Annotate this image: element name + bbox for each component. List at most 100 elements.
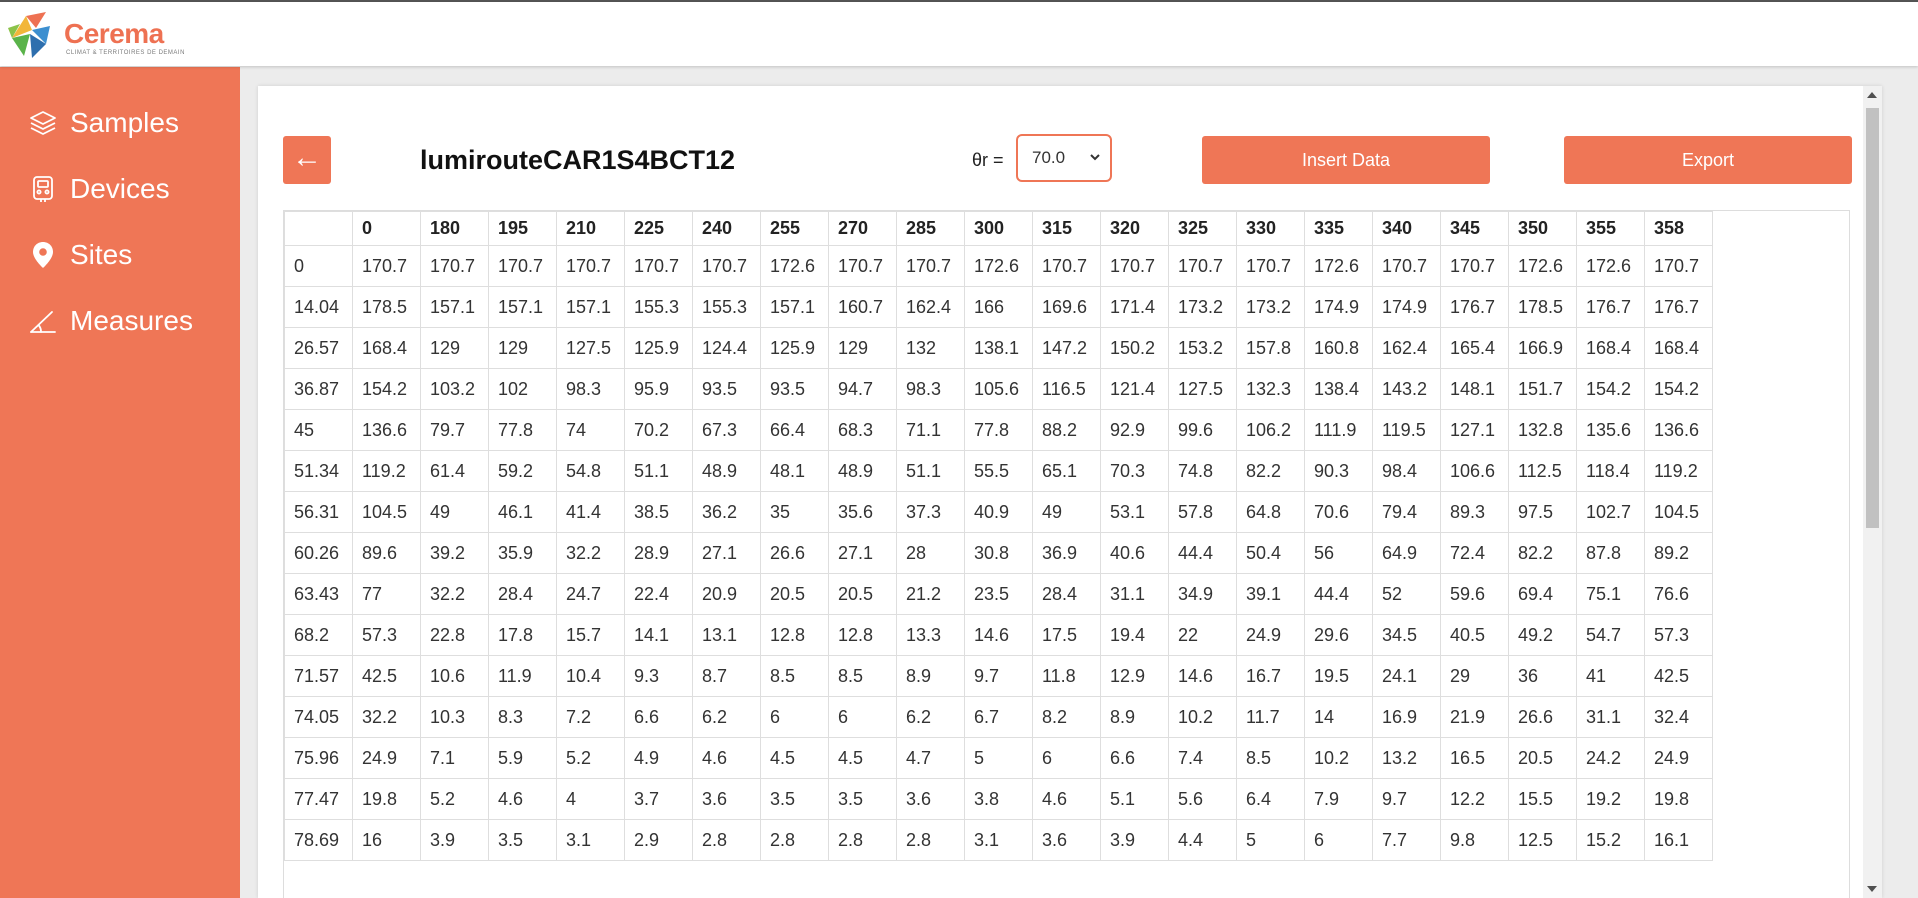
table-cell[interactable]: 36.2 (692, 491, 761, 533)
table-cell[interactable]: 127.5 (1168, 368, 1237, 410)
table-cell[interactable]: 157.1 (760, 286, 829, 328)
table-cell[interactable]: 49 (420, 491, 489, 533)
table-cell[interactable]: 34.9 (1168, 573, 1237, 615)
table-cell[interactable]: 77 (352, 573, 421, 615)
table-cell[interactable]: 6.7 (964, 696, 1033, 738)
table-cell[interactable]: 170.7 (828, 245, 897, 287)
table-cell[interactable]: 127.1 (1440, 409, 1509, 451)
table-cell[interactable]: 6.6 (624, 696, 693, 738)
table-cell[interactable]: 35.6 (828, 491, 897, 533)
table-cell[interactable]: 10.6 (420, 655, 489, 697)
table-cell[interactable]: 172.6 (964, 245, 1033, 287)
table-cell[interactable]: 5.9 (488, 737, 557, 779)
table-cell[interactable]: 9.7 (964, 655, 1033, 697)
table-cell[interactable]: 116.5 (1032, 368, 1101, 410)
table-cell[interactable]: 36.9 (1032, 532, 1101, 574)
table-cell[interactable]: 8.2 (1032, 696, 1101, 738)
scroll-up-arrow-icon[interactable] (1867, 92, 1877, 98)
table-cell[interactable]: 26.6 (1508, 696, 1577, 738)
table-cell[interactable]: 170.7 (488, 245, 557, 287)
export-button[interactable]: Export (1564, 136, 1852, 184)
table-cell[interactable]: 170.7 (1100, 245, 1169, 287)
table-cell[interactable]: 15.2 (1576, 819, 1645, 861)
table-cell[interactable]: 17.8 (488, 614, 557, 656)
table-cell[interactable]: 39.1 (1236, 573, 1305, 615)
table-cell[interactable]: 176.7 (1440, 286, 1509, 328)
table-cell[interactable]: 76.6 (1644, 573, 1713, 615)
table-cell[interactable]: 129 (420, 327, 489, 369)
table-cell[interactable]: 48.9 (692, 450, 761, 492)
table-cell[interactable]: 50.4 (1236, 532, 1305, 574)
table-cell[interactable]: 5.2 (556, 737, 625, 779)
table-cell[interactable]: 79.4 (1372, 491, 1441, 533)
table-cell[interactable]: 20.5 (760, 573, 829, 615)
table-cell[interactable]: 95.9 (624, 368, 693, 410)
table-cell[interactable]: 7.4 (1168, 737, 1237, 779)
table-cell[interactable]: 121.4 (1100, 368, 1169, 410)
table-cell[interactable]: 15.5 (1508, 778, 1577, 820)
table-cell[interactable]: 21.9 (1440, 696, 1509, 738)
table-cell[interactable]: 39.2 (420, 532, 489, 574)
table-cell[interactable]: 32.2 (556, 532, 625, 574)
table-cell[interactable]: 66.4 (760, 409, 829, 451)
table-cell[interactable]: 89.3 (1440, 491, 1509, 533)
table-cell[interactable]: 41.4 (556, 491, 625, 533)
table-cell[interactable]: 10.2 (1304, 737, 1373, 779)
table-cell[interactable]: 3.7 (624, 778, 693, 820)
table-cell[interactable]: 87.8 (1576, 532, 1645, 574)
table-cell[interactable]: 26.6 (760, 532, 829, 574)
table-cell[interactable]: 24.1 (1372, 655, 1441, 697)
table-cell[interactable]: 111.9 (1304, 409, 1373, 451)
table-cell[interactable]: 53.1 (1100, 491, 1169, 533)
table-cell[interactable]: 153.2 (1168, 327, 1237, 369)
table-cell[interactable]: 36 (1508, 655, 1577, 697)
table-cell[interactable]: 7.9 (1304, 778, 1373, 820)
table-cell[interactable]: 51.1 (624, 450, 693, 492)
table-cell[interactable]: 178.5 (1508, 286, 1577, 328)
table-cell[interactable]: 22 (1168, 614, 1237, 656)
table-cell[interactable]: 143.2 (1372, 368, 1441, 410)
table-cell[interactable]: 37.3 (896, 491, 965, 533)
table-cell[interactable]: 119.5 (1372, 409, 1441, 451)
cerema-logo[interactable]: Cerema CLIMAT & TERRITOIRES DE DEMAIN (6, 8, 186, 62)
table-cell[interactable]: 4 (556, 778, 625, 820)
table-cell[interactable]: 82.2 (1508, 532, 1577, 574)
table-cell[interactable]: 11.7 (1236, 696, 1305, 738)
table-cell[interactable]: 11.8 (1032, 655, 1101, 697)
table-cell[interactable]: 22.8 (420, 614, 489, 656)
table-cell[interactable]: 12.8 (828, 614, 897, 656)
table-cell[interactable]: 9.3 (624, 655, 693, 697)
table-cell[interactable]: 41 (1576, 655, 1645, 697)
table-cell[interactable]: 57.3 (352, 614, 421, 656)
table-cell[interactable]: 104.5 (1644, 491, 1713, 533)
table-cell[interactable]: 29 (1440, 655, 1509, 697)
sidebar-item-sites[interactable]: Sites (28, 235, 228, 275)
table-cell[interactable]: 157.1 (488, 286, 557, 328)
table-cell[interactable]: 70.6 (1304, 491, 1373, 533)
table-cell[interactable]: 55.5 (964, 450, 1033, 492)
table-cell[interactable]: 92.9 (1100, 409, 1169, 451)
table-cell[interactable]: 162.4 (1372, 327, 1441, 369)
table-cell[interactable]: 106.2 (1236, 409, 1305, 451)
table-cell[interactable]: 12.8 (760, 614, 829, 656)
theta-r-select[interactable]: 70.0 (1016, 134, 1112, 182)
table-cell[interactable]: 3.6 (1032, 819, 1101, 861)
table-cell[interactable]: 125.9 (760, 327, 829, 369)
table-cell[interactable]: 40.6 (1100, 532, 1169, 574)
table-cell[interactable]: 174.9 (1304, 286, 1373, 328)
table-cell[interactable]: 103.2 (420, 368, 489, 410)
table-cell[interactable]: 168.4 (352, 327, 421, 369)
table-cell[interactable]: 170.7 (1236, 245, 1305, 287)
table-cell[interactable]: 147.2 (1032, 327, 1101, 369)
table-cell[interactable]: 8.5 (828, 655, 897, 697)
table-cell[interactable]: 106.6 (1440, 450, 1509, 492)
table-cell[interactable]: 157.8 (1236, 327, 1305, 369)
table-cell[interactable]: 12.5 (1508, 819, 1577, 861)
table-cell[interactable]: 49.2 (1508, 614, 1577, 656)
table-cell[interactable]: 65.1 (1032, 450, 1101, 492)
table-cell[interactable]: 69.4 (1508, 573, 1577, 615)
table-cell[interactable]: 5.1 (1100, 778, 1169, 820)
table-cell[interactable]: 24.9 (352, 737, 421, 779)
table-cell[interactable]: 4.6 (692, 737, 761, 779)
table-cell[interactable]: 170.7 (624, 245, 693, 287)
